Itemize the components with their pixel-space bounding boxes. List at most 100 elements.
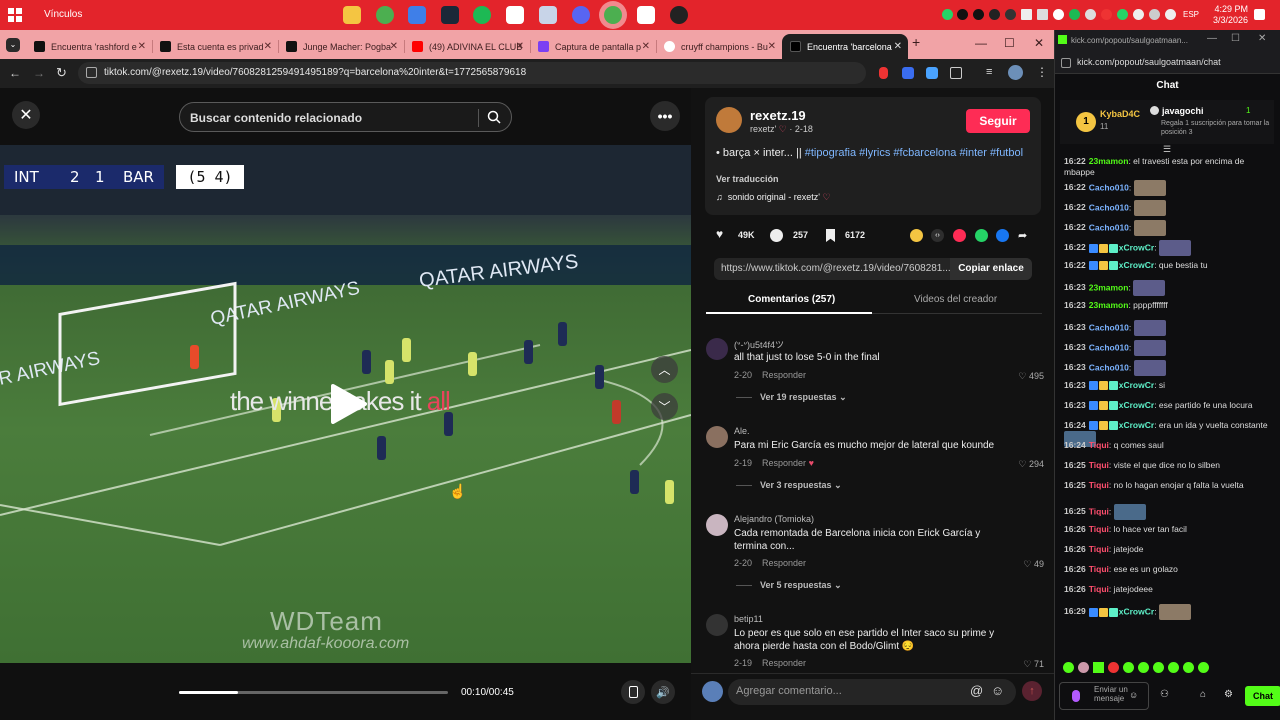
tray-icon[interactable] bbox=[1037, 9, 1048, 20]
extensions-puzzle-icon[interactable] bbox=[950, 67, 962, 79]
creator-avatar[interactable] bbox=[716, 107, 742, 133]
tray-icon[interactable] bbox=[989, 9, 1000, 20]
chat-username[interactable]: Tiqui bbox=[1089, 544, 1109, 554]
chat-username[interactable]: xCrowCr bbox=[1119, 380, 1154, 390]
tray-icon[interactable] bbox=[1117, 9, 1128, 20]
creator-username[interactable]: rexetz.19 bbox=[750, 108, 806, 123]
close-tab-icon[interactable]: ✕ bbox=[894, 41, 902, 52]
chat-message-input[interactable]: Enviar un mensaje ☺ bbox=[1059, 682, 1149, 710]
comment-likes[interactable]: ♡ 49 bbox=[1023, 559, 1044, 570]
leaderboard-banner[interactable]: 1 KybaD4C 11 javagochi 1 Regala 1 suscri… bbox=[1060, 100, 1274, 144]
gifter-name[interactable]: javagochi bbox=[1162, 106, 1204, 116]
close-tab-icon[interactable]: ✕ bbox=[264, 41, 272, 52]
commenter-name[interactable]: betip11 bbox=[734, 614, 763, 624]
copy-link-button[interactable]: Copiar enlace bbox=[950, 258, 1032, 280]
spotify-icon[interactable] bbox=[473, 6, 491, 24]
commenter-name[interactable]: Ale. bbox=[734, 426, 750, 436]
chat-username[interactable]: 23mamon bbox=[1089, 282, 1129, 292]
tray-icon[interactable] bbox=[1069, 9, 1080, 20]
reply-button[interactable]: Responder bbox=[762, 658, 806, 668]
extension-icon[interactable] bbox=[902, 67, 914, 79]
address-bar[interactable]: tiktok.com/@rexetz.19/video/760828125949… bbox=[78, 62, 866, 84]
forward-icon[interactable]: → bbox=[33, 66, 45, 80]
chat-username[interactable]: Cacho010 bbox=[1089, 362, 1129, 372]
extension-icon[interactable] bbox=[926, 67, 938, 79]
play-icon[interactable] bbox=[329, 384, 367, 424]
commenter-avatar[interactable] bbox=[706, 614, 728, 636]
emoji-icon[interactable]: ☺ bbox=[1129, 691, 1138, 700]
popup-address-bar[interactable]: kick.com/popout/saulgoatmaan/chat bbox=[1055, 52, 1280, 74]
chat-username[interactable]: Cacho010 bbox=[1089, 222, 1129, 232]
comment-icon[interactable] bbox=[770, 229, 783, 242]
top-gifter-name[interactable]: KybaD4C bbox=[1100, 109, 1140, 119]
settings-gear-icon[interactable]: ⚙ bbox=[1224, 689, 1233, 700]
chat-username[interactable]: Tiqui bbox=[1089, 440, 1109, 450]
photos-icon[interactable] bbox=[408, 6, 426, 24]
close-window-icon[interactable]: ✕ bbox=[1258, 33, 1266, 44]
file-explorer-icon[interactable] bbox=[343, 6, 361, 24]
chat-username[interactable]: Cacho010 bbox=[1089, 342, 1129, 352]
calendar-icon[interactable] bbox=[506, 6, 524, 24]
chat-username[interactable]: xCrowCr bbox=[1119, 242, 1154, 252]
emote-icon[interactable] bbox=[1183, 662, 1194, 673]
facebook-icon[interactable] bbox=[996, 229, 1009, 242]
comment-likes[interactable]: ♡ 71 bbox=[1023, 659, 1044, 670]
tab-3[interactable]: Junge Macher: Pogba ✕ bbox=[278, 34, 404, 59]
wifi-icon[interactable] bbox=[1165, 9, 1176, 20]
emote-icon[interactable] bbox=[1078, 662, 1089, 673]
emote-icon[interactable] bbox=[1123, 662, 1134, 673]
comment-likes[interactable]: ♡ 294 bbox=[1018, 459, 1044, 470]
emote-icon[interactable] bbox=[1198, 662, 1209, 673]
commenter-avatar[interactable] bbox=[706, 514, 728, 536]
tab-creator-videos[interactable]: Videos del creador bbox=[914, 294, 997, 305]
reload-icon[interactable]: ↻ bbox=[56, 65, 67, 81]
send-to-friends-icon[interactable] bbox=[953, 229, 966, 242]
tab-search-icon[interactable]: ⌄ bbox=[6, 38, 20, 52]
tray-icon[interactable] bbox=[1053, 9, 1064, 20]
follow-button[interactable]: Seguir bbox=[966, 109, 1030, 133]
close-tab-icon[interactable]: ✕ bbox=[768, 41, 776, 52]
chrome-active-icon[interactable] bbox=[604, 6, 622, 24]
chat-username[interactable]: Tiqui bbox=[1089, 480, 1109, 490]
tray-icon[interactable] bbox=[1133, 9, 1144, 20]
chat-username[interactable]: xCrowCr bbox=[1119, 400, 1154, 410]
minimize-icon[interactable]: — bbox=[975, 36, 987, 50]
close-tab-icon[interactable]: ✕ bbox=[138, 41, 146, 52]
tab-2[interactable]: Esta cuenta es privad ✕ bbox=[152, 34, 278, 59]
chat-username[interactable]: Cacho010 bbox=[1089, 182, 1129, 192]
links-toolbar-label[interactable]: Vínculos bbox=[44, 9, 82, 20]
mention-icon[interactable]: @ bbox=[970, 683, 983, 698]
chat-username[interactable]: Tiqui bbox=[1089, 584, 1109, 594]
tab-1[interactable]: Encuentra 'rashford e ✕ bbox=[26, 34, 152, 59]
send-chat-button[interactable]: Chat bbox=[1245, 686, 1280, 706]
emoji-icon[interactable]: ☺ bbox=[991, 683, 1004, 698]
commenter-name[interactable]: Alejandro (Tomioka) bbox=[734, 514, 814, 524]
app-icon-2[interactable] bbox=[637, 6, 655, 24]
view-replies-button[interactable]: Ver 3 respuestas ⌄ bbox=[736, 480, 842, 491]
sound-link[interactable]: ♫ sonido original - rexetz' ♡ bbox=[716, 192, 831, 203]
tray-icon[interactable] bbox=[957, 9, 968, 20]
commenter-name[interactable]: (ᐡ-ᐡ)u5t4f4ツ bbox=[734, 338, 784, 351]
chat-username[interactable]: Cacho010 bbox=[1089, 322, 1129, 332]
menu-kebab-icon[interactable]: ⋮ bbox=[1036, 65, 1048, 79]
whatsapp-icon[interactable] bbox=[975, 229, 988, 242]
chat-username[interactable]: xCrowCr bbox=[1119, 260, 1154, 270]
emote-icon[interactable] bbox=[1063, 662, 1074, 673]
emote-icon[interactable] bbox=[1168, 662, 1179, 673]
close-tab-icon[interactable]: ✕ bbox=[516, 41, 524, 52]
tab-comments[interactable]: Comentarios (257) bbox=[748, 294, 835, 305]
emote-icon[interactable] bbox=[1153, 662, 1164, 673]
commenter-avatar[interactable] bbox=[706, 426, 728, 448]
close-tab-icon[interactable]: ✕ bbox=[642, 41, 650, 52]
back-icon[interactable]: ← bbox=[9, 66, 21, 80]
chat-username[interactable]: xCrowCr bbox=[1119, 420, 1154, 430]
steam-tray-icon[interactable] bbox=[1085, 9, 1096, 20]
app-icon[interactable] bbox=[539, 6, 557, 24]
gift-share-icon[interactable] bbox=[910, 229, 923, 242]
chat-username[interactable]: Tiqui bbox=[1089, 564, 1109, 574]
emote-icon[interactable] bbox=[1138, 662, 1149, 673]
tab-4[interactable]: (49) ADIVINA EL CLUB ✕ bbox=[404, 34, 530, 59]
like-icon[interactable]: ♥ bbox=[716, 227, 729, 241]
maximize-icon[interactable]: ☐ bbox=[1231, 33, 1240, 44]
profile-avatar[interactable] bbox=[1008, 65, 1023, 80]
